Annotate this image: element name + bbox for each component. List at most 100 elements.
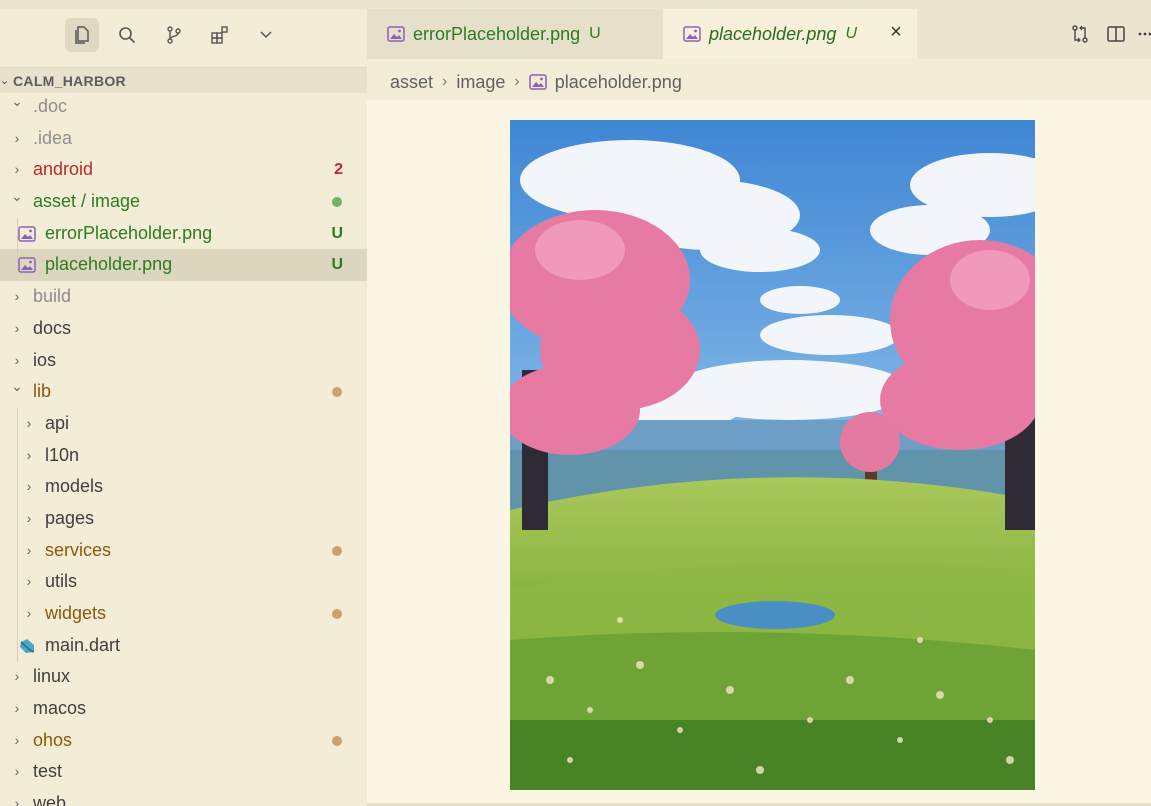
tree-item-label: main.dart	[45, 634, 121, 655]
tree-item-label: services	[45, 539, 112, 560]
tree-item[interactable]: › docs	[0, 313, 367, 345]
git-status-dot	[332, 545, 342, 556]
image-preview[interactable]	[510, 120, 1035, 790]
tree-item[interactable]: › services	[0, 535, 367, 567]
chevron-right-icon: ›	[14, 795, 20, 806]
tree-item-label: widgets	[45, 603, 107, 623]
chevron-right-icon: ›	[514, 73, 520, 90]
git-status-dot	[332, 609, 342, 619]
tree-item-label: test	[33, 761, 63, 782]
chevron-right-icon: ›	[442, 73, 448, 90]
tree-item[interactable]: › ios	[0, 345, 367, 377]
chevron-right-icon: ›	[26, 478, 32, 495]
tree-item[interactable]: errorPlaceholder.png U	[0, 218, 367, 250]
close-icon[interactable]: ×	[887, 22, 905, 42]
git-status-badge: U	[845, 25, 857, 42]
chevron-down-icon: ⌄	[11, 93, 23, 109]
tree-item[interactable]: › test	[0, 756, 367, 788]
more-actions-icon[interactable]	[1137, 21, 1151, 47]
tree-item-label: l10n	[45, 444, 80, 465]
chevron-right-icon: ›	[14, 731, 20, 748]
tree-item-label: models	[45, 476, 104, 497]
file-tree: ⌄ .doc › .idea › android 2 ⌄ asset / image errorP…	[0, 91, 367, 806]
breadcrumb-item-image[interactable]: image	[456, 72, 505, 93]
image-file-icon	[18, 226, 36, 242]
image-file-icon	[528, 74, 547, 90]
tree-item[interactable]: placeholder.png U	[0, 249, 367, 282]
chevron-down-icon: ⌄	[11, 378, 23, 395]
tree-item[interactable]: › build	[0, 281, 367, 313]
image-file-icon	[387, 26, 405, 42]
chevron-down-icon: ⌄	[0, 75, 10, 87]
tree-item-label: build	[33, 286, 72, 307]
tree-item-label: .doc	[33, 96, 68, 116]
extensions-icon[interactable]	[203, 18, 237, 52]
chevron-right-icon: ›	[14, 763, 20, 780]
tree-item[interactable]: › api	[0, 408, 367, 440]
chevron-right-icon: ›	[14, 288, 20, 305]
tree-item[interactable]: › .idea	[0, 123, 367, 155]
git-status-dot	[332, 735, 342, 746]
tree-item[interactable]: › widgets	[0, 598, 367, 630]
explorer-icon[interactable]	[65, 18, 99, 52]
tree-item-label: ohos	[33, 729, 73, 750]
tree-item[interactable]: ⌄ asset / image	[0, 186, 367, 218]
breadcrumb: asset › image › placeholder.png	[390, 68, 682, 96]
tree-item-label: asset / image	[33, 191, 141, 212]
tree-item[interactable]: › l10n	[0, 440, 367, 472]
tree-item-label: linux	[33, 666, 71, 687]
tree-item[interactable]: ⌄ lib	[0, 376, 367, 408]
git-status-badge: U	[331, 256, 343, 274]
git-status-dot	[332, 197, 342, 208]
tree-item-label: pages	[45, 507, 95, 528]
dart-file-icon	[20, 638, 35, 653]
source-control-icon[interactable]	[157, 18, 191, 52]
tree-item[interactable]: ⌄ .doc	[0, 91, 367, 123]
chevron-right-icon: ›	[14, 700, 20, 717]
breadcrumb-item-asset[interactable]: asset	[390, 72, 433, 93]
tab-label: placeholder.png	[709, 23, 837, 44]
tree-item-label: docs	[33, 317, 72, 338]
tree-item-label: lib	[33, 381, 52, 402]
chevron-right-icon: ›	[26, 573, 32, 590]
tree-item-label: macos	[33, 698, 87, 719]
tree-item-label: errorPlaceholder.png	[45, 222, 213, 243]
tree-item[interactable]: › utils	[0, 566, 367, 598]
search-icon[interactable]	[110, 18, 144, 52]
chevron-right-icon: ›	[26, 414, 32, 431]
tree-item[interactable]: › web	[0, 788, 367, 806]
chevron-right-icon: ›	[14, 319, 20, 336]
tree-item[interactable]: › macos	[0, 693, 367, 725]
indent-guide	[17, 217, 18, 282]
title-bar	[0, 0, 1151, 9]
tree-item-label: utils	[45, 571, 78, 592]
tree-item[interactable]: › linux	[0, 661, 367, 693]
tree-item[interactable]: main.dart	[0, 630, 367, 662]
breadcrumb-item-file[interactable]: placeholder.png	[555, 72, 682, 93]
open-changes-icon[interactable]	[1067, 21, 1093, 47]
chevron-down-icon: ⌄	[11, 188, 23, 205]
tree-item[interactable]: › models	[0, 471, 367, 503]
tree-item-label: placeholder.png	[45, 254, 173, 275]
activity-bar	[0, 9, 367, 59]
tree-item[interactable]: › ohos	[0, 725, 367, 757]
tab-placeholder[interactable]: placeholder.png U ×	[663, 9, 917, 59]
tab-error-placeholder[interactable]: errorPlaceholder.png U	[367, 9, 663, 59]
explorer-section-header[interactable]: ⌄ CALM_HARBOR	[0, 67, 367, 93]
editor-actions	[1057, 21, 1151, 47]
git-status-badge: U	[589, 25, 601, 42]
tree-item[interactable]: › android 2	[0, 154, 367, 186]
git-status-badge: 2	[334, 161, 343, 179]
tree-item[interactable]: › pages	[0, 503, 367, 535]
explorer-sidebar: ⌄ CALM_HARBOR ⌄ .doc › .idea › android 2 ⌄ asset…	[0, 9, 367, 806]
tree-item-label: android	[33, 159, 94, 180]
image-file-icon	[18, 257, 36, 274]
indent-guide	[17, 408, 18, 662]
chevron-down-icon[interactable]	[249, 18, 283, 52]
image-file-icon	[683, 26, 701, 42]
chevron-right-icon: ›	[26, 541, 32, 558]
chevron-right-icon: ›	[26, 605, 32, 621]
split-editor-icon[interactable]	[1103, 21, 1129, 47]
chevron-right-icon: ›	[14, 668, 20, 685]
tree-item-label: web	[33, 793, 67, 806]
